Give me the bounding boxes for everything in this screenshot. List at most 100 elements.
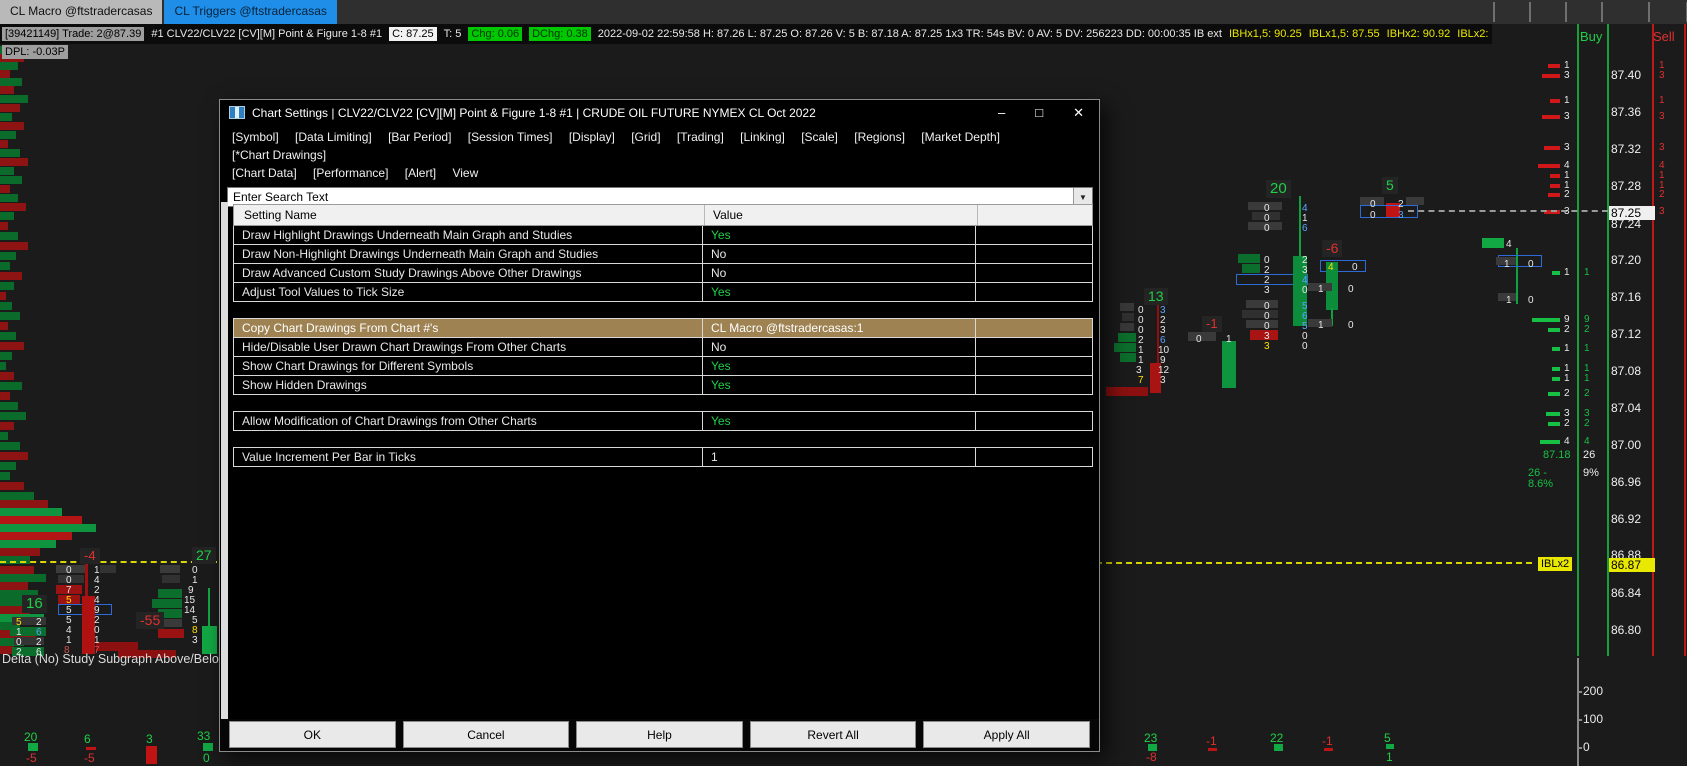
volume-profile-bar (0, 242, 28, 250)
table-row[interactable]: Adjust Tool Values to Tick Size Yes (233, 283, 1093, 302)
footprint-number: 1 (1564, 95, 1570, 106)
volume-profile-bar (0, 78, 22, 86)
volume-profile-bar (0, 194, 18, 202)
price-label: 87.24 (1611, 217, 1642, 231)
footprint-number: 4 (1328, 262, 1334, 273)
menu-display[interactable]: [Display] (569, 128, 615, 146)
volume-profile-bar (0, 70, 10, 78)
menu-trading[interactable]: [Trading] (677, 128, 724, 146)
footprint-number: 2 (1564, 189, 1570, 200)
menu-alert[interactable]: [Alert] (405, 164, 436, 182)
table-row[interactable]: Draw Highlight Drawings Underneath Main … (233, 226, 1093, 245)
revert-all-button[interactable]: Revert All (749, 721, 917, 748)
footprint-number: 3 (1564, 111, 1570, 122)
volume-profile-bar (0, 442, 20, 450)
menu-scale[interactable]: [Scale] (801, 128, 838, 146)
chart-bar (1274, 744, 1283, 751)
volume-profile-bar (0, 382, 22, 390)
chart-bar (1238, 254, 1260, 263)
menu-performance[interactable]: [Performance] (313, 164, 388, 182)
menu-row-1: [Symbol] [Data Limiting] [Bar Period] [S… (232, 128, 1087, 164)
footprint-number: 3 (1659, 206, 1665, 217)
menu-view[interactable]: View (452, 164, 478, 182)
chart-bar (1120, 303, 1134, 311)
footprint-number: 1 (1584, 373, 1590, 384)
bar-delta-label: 27 (192, 547, 216, 564)
table-row[interactable]: Value Increment Per Bar in Ticks 1 (233, 448, 1093, 467)
bar-delta-label: 16 (22, 595, 47, 613)
volume-profile-bar (0, 149, 20, 157)
menu-bar-period[interactable]: [Bar Period] (388, 128, 451, 146)
sell-column-header[interactable]: Sell (1653, 29, 1675, 44)
footprint-number: -8 (1146, 750, 1157, 764)
footprint-number: 9% (1583, 467, 1599, 479)
table-row[interactable]: Hide/Disable User Drawn Chart Drawings F… (233, 338, 1093, 357)
chart-bar (208, 588, 210, 628)
menu-grid[interactable]: [Grid] (631, 128, 660, 146)
chart-bar (100, 565, 116, 573)
volume-profile-bar (0, 322, 8, 330)
volume-profile-bar (0, 508, 62, 516)
search-input[interactable]: Enter Search Text (228, 190, 1073, 204)
tab-cl-macro[interactable]: CL Macro @ftstradercasas (0, 0, 163, 24)
table-row[interactable]: Allow Modification of Chart Drawings fro… (233, 412, 1093, 431)
minimize-icon[interactable]: – (998, 105, 1005, 121)
footprint-number: 3 (1264, 341, 1270, 352)
dialog-titlebar[interactable]: Chart Settings | CLV22/CLV22 [CV][M] Poi… (220, 100, 1099, 125)
study-subgraph-caption: Delta (No) Study Subgraph Above/Belo (2, 652, 219, 666)
table-row[interactable]: Draw Advanced Custom Study Drawings Abov… (233, 264, 1093, 283)
price-label: 86.96 (1611, 475, 1642, 489)
footprint-number: 2 (1584, 324, 1590, 335)
footprint-number: 2 (1584, 418, 1590, 429)
footprint-number: 0 (1370, 210, 1376, 221)
apply-all-button[interactable]: Apply All (923, 721, 1090, 748)
price-label: 87.04 (1611, 401, 1642, 415)
menu-session-times[interactable]: [Session Times] (468, 128, 553, 146)
chart-bar (158, 629, 184, 638)
table-spacer-row (233, 302, 1093, 319)
table-row[interactable]: Show Chart Drawings for Different Symbol… (233, 357, 1093, 376)
footprint-number: 3 (1564, 70, 1570, 81)
menu-regions[interactable]: [Regions] (854, 128, 905, 146)
footprint-number: 0 (1264, 223, 1270, 234)
close-icon[interactable]: ✕ (1073, 105, 1084, 121)
bar-delta-label: -4 (80, 548, 100, 564)
chart-window-icon (229, 106, 245, 119)
menu-chart-drawings[interactable]: [*Chart Drawings] (232, 146, 326, 164)
chart-bar (1157, 303, 1159, 369)
table-row[interactable]: Draw Non-Highlight Drawings Underneath M… (233, 245, 1093, 264)
footprint-number: 3 (1160, 375, 1166, 386)
footprint-number: 3 (1659, 70, 1665, 81)
volume-profile-bar (0, 122, 24, 130)
footprint-number: 2 (1564, 388, 1570, 399)
menu-linking[interactable]: [Linking] (740, 128, 785, 146)
menu-symbol[interactable]: [Symbol] (232, 128, 279, 146)
tab-cl-triggers[interactable]: CL Triggers @ftstradercasas (164, 0, 337, 24)
volume-profile-bar (0, 131, 16, 139)
menu-market-depth[interactable]: [Market Depth] (921, 128, 1000, 146)
chart-bar (1552, 377, 1560, 381)
bar-delta-label: 13 (1144, 288, 1168, 305)
cancel-button[interactable]: Cancel (402, 721, 570, 748)
table-row-selected[interactable]: Copy Chart Drawings From Chart #'s CL Ma… (233, 319, 1093, 338)
price-label: 87.00 (1611, 438, 1642, 452)
volume-profile-bar (0, 167, 14, 175)
buy-column-header[interactable]: Buy (1580, 29, 1602, 44)
footprint-number: 1 (1386, 750, 1393, 764)
menu-chart-data[interactable]: [Chart Data] (232, 164, 297, 182)
chart-bar (1565, 2, 1567, 22)
dpl-badge: DPL: -0.03P (2, 45, 68, 59)
menu-data-limiting[interactable]: [Data Limiting] (295, 128, 372, 146)
chart-bar (1120, 323, 1134, 331)
volume-profile-bar (0, 582, 28, 590)
dashed-level-line (1408, 210, 1608, 212)
chart-bar (1532, 318, 1560, 322)
table-row[interactable]: Show Hidden Drawings Yes (233, 376, 1093, 395)
help-button[interactable]: Help (576, 721, 743, 748)
dialog-title: Chart Settings | CLV22/CLV22 [CV][M] Poi… (252, 105, 816, 120)
footprint-number: 0 (1348, 320, 1354, 331)
ok-button[interactable]: OK (229, 721, 396, 748)
maximize-icon[interactable]: □ (1035, 105, 1043, 121)
menu-row-2: [Chart Data] [Performance] [Alert] View (232, 164, 1087, 182)
footprint-number: 7 (1138, 375, 1144, 386)
